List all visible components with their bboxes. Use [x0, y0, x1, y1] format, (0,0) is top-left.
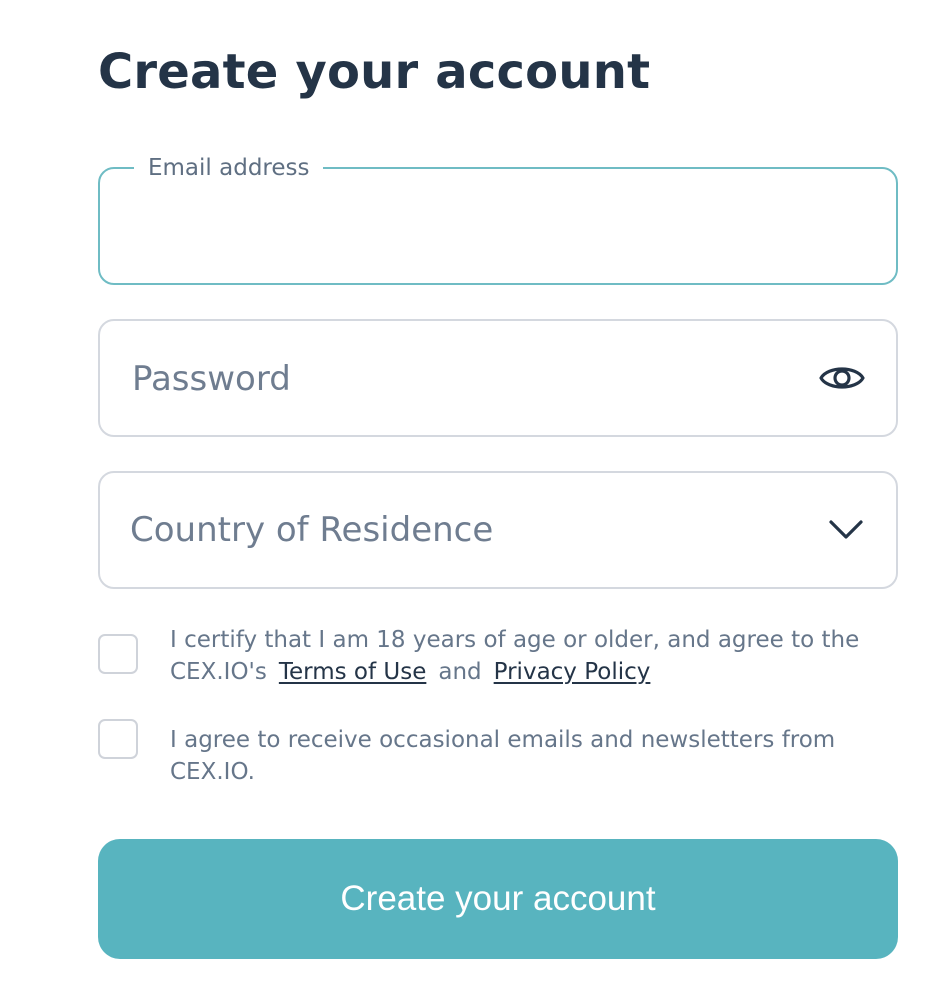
newsletter-checkbox-label: I agree to receive occasional emails and… — [170, 727, 836, 785]
terms-text-line2: CEX.IO's Terms of Use and Privacy Policy — [170, 656, 910, 688]
email-input[interactable] — [130, 169, 806, 285]
terms-checkbox-label: I certify that I am 18 years of age or o… — [170, 624, 910, 688]
password-field[interactable] — [98, 319, 898, 437]
chevron-down-icon — [829, 520, 863, 539]
terms-text-line1: I certify that I am 18 years of age or o… — [170, 627, 860, 653]
terms-checkbox[interactable] — [98, 634, 138, 674]
password-input[interactable] — [130, 321, 806, 437]
terms-text-conjunction: and — [438, 659, 482, 685]
terms-of-use-link[interactable]: Terms of Use — [279, 659, 427, 685]
privacy-policy-link[interactable]: Privacy Policy — [494, 659, 651, 685]
country-select-placeholder: Country of Residence — [130, 510, 494, 550]
country-select[interactable]: Country of Residence — [98, 471, 898, 589]
email-field[interactable]: Email address — [98, 153, 898, 285]
page-title: Create your account — [98, 44, 651, 100]
eye-icon[interactable] — [818, 360, 866, 396]
newsletter-checkbox[interactable] — [98, 719, 138, 759]
create-account-button[interactable]: Create your account — [98, 839, 898, 959]
terms-text-prefix: CEX.IO's — [170, 659, 267, 685]
